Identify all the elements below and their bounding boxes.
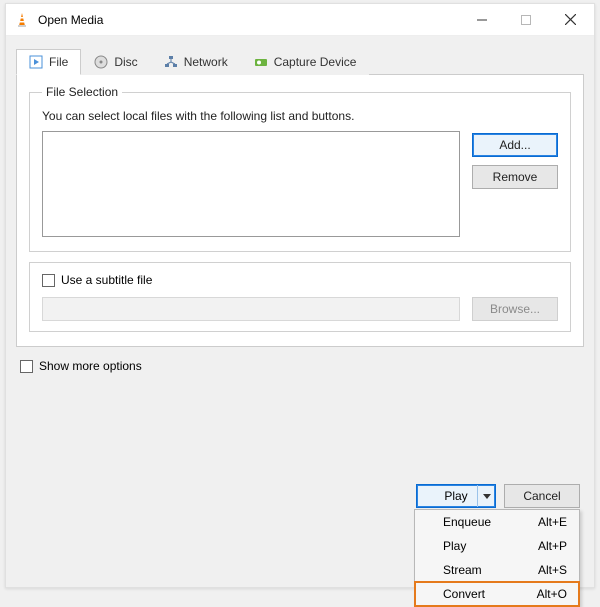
dropdown-label: Convert: [443, 587, 485, 601]
play-button[interactable]: Play: [416, 484, 496, 508]
disc-icon: [94, 55, 108, 69]
tab-capture-label: Capture Device: [274, 55, 357, 69]
dropdown-shortcut: Alt+P: [538, 539, 567, 553]
footer-buttons: Play Cancel: [416, 484, 580, 508]
browse-button-label: Browse...: [490, 302, 540, 316]
maximize-button[interactable]: [504, 5, 548, 35]
tab-file-label: File: [49, 55, 68, 69]
dropdown-item-stream[interactable]: Stream Alt+S: [415, 558, 579, 582]
cancel-button[interactable]: Cancel: [504, 484, 580, 508]
play-button-label: Play: [444, 489, 467, 503]
file-selection-legend: File Selection: [42, 85, 122, 99]
show-more-label: Show more options: [39, 359, 142, 373]
dropdown-shortcut: Alt+E: [538, 515, 567, 529]
show-more-checkbox[interactable]: [20, 360, 33, 373]
dropdown-label: Stream: [443, 563, 482, 577]
dropdown-item-play[interactable]: Play Alt+P: [415, 534, 579, 558]
tab-disc[interactable]: Disc: [81, 49, 150, 75]
tab-capture[interactable]: Capture Device: [241, 49, 370, 75]
tab-bar: File Disc Network Capture Device: [16, 47, 584, 75]
remove-button[interactable]: Remove: [472, 165, 558, 189]
network-icon: [164, 55, 178, 69]
add-button-label: Add...: [499, 138, 530, 152]
dropdown-shortcut: Alt+O: [537, 587, 567, 601]
file-selection-hint: You can select local files with the foll…: [42, 109, 558, 123]
cancel-button-label: Cancel: [523, 489, 560, 503]
tab-disc-label: Disc: [114, 55, 137, 69]
browse-button: Browse...: [472, 297, 558, 321]
titlebar: Open Media: [6, 4, 594, 36]
dropdown-label: Enqueue: [443, 515, 491, 529]
close-button[interactable]: [548, 5, 592, 35]
file-icon: [29, 55, 43, 69]
minimize-button[interactable]: [460, 5, 504, 35]
window-title: Open Media: [38, 13, 460, 27]
open-media-dialog: Open Media File Disc Network Capture De: [5, 3, 595, 588]
subtitle-path-input: [42, 297, 460, 321]
subtitle-checkbox-label: Use a subtitle file: [61, 273, 152, 287]
show-more-row: Show more options: [20, 359, 580, 373]
file-list[interactable]: [42, 131, 460, 237]
add-button[interactable]: Add...: [472, 133, 558, 157]
dropdown-item-enqueue[interactable]: Enqueue Alt+E: [415, 510, 579, 534]
remove-button-label: Remove: [493, 170, 538, 184]
dropdown-item-convert[interactable]: Convert Alt+O: [415, 582, 579, 606]
file-panel: File Selection You can select local file…: [16, 74, 584, 347]
subtitle-checkbox[interactable]: [42, 274, 55, 287]
dropdown-label: Play: [443, 539, 466, 553]
subtitle-group: Use a subtitle file Browse...: [29, 262, 571, 332]
dialog-body: File Disc Network Capture Device File Se…: [6, 36, 594, 587]
vlc-cone-icon: [14, 12, 30, 28]
file-selection-group: File Selection You can select local file…: [29, 85, 571, 252]
capture-device-icon: [254, 55, 268, 69]
tab-file[interactable]: File: [16, 49, 81, 75]
play-dropdown-toggle[interactable]: [477, 485, 495, 507]
chevron-down-icon: [483, 494, 491, 499]
tab-network-label: Network: [184, 55, 228, 69]
tab-network[interactable]: Network: [151, 49, 241, 75]
play-dropdown-menu: Enqueue Alt+E Play Alt+P Stream Alt+S Co…: [414, 509, 580, 607]
window-controls: [460, 5, 592, 35]
dropdown-shortcut: Alt+S: [538, 563, 567, 577]
